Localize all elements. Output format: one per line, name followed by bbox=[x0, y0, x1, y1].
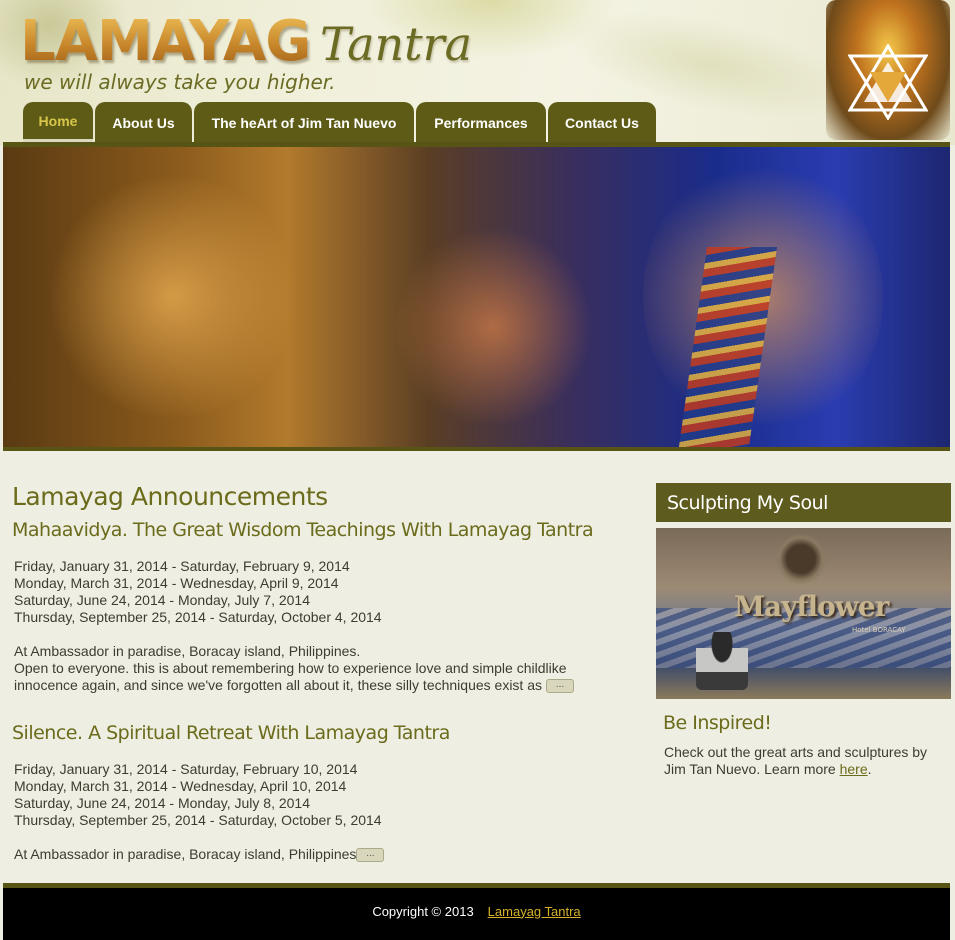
sidebar-learn-more-link[interactable]: here bbox=[840, 761, 868, 777]
sidebar-image-person bbox=[696, 632, 748, 690]
main-navigation: Home About Us The heArt of Jim Tan Nuevo… bbox=[23, 102, 656, 143]
announcements-heading: Lamayag Announcements bbox=[12, 482, 328, 511]
site-footer: Copyright © 2013 Lamayag Tantra bbox=[3, 888, 950, 940]
event-body: Friday, January 31, 2014 - Saturday, Feb… bbox=[14, 558, 604, 694]
site-logo-subtitle: Tantra bbox=[320, 17, 473, 71]
event-date: Thursday, September 25, 2014 - Saturday,… bbox=[14, 609, 382, 625]
event-description: Open to everyone. this is about remember… bbox=[14, 660, 567, 693]
sidebar-heading: Sculpting My Soul bbox=[656, 483, 951, 522]
sidebar-image-sign-small: Hotel BORACAY bbox=[852, 626, 906, 634]
event-date: Saturday, June 24, 2014 - Monday, July 8… bbox=[14, 795, 311, 811]
yantra-triangles-icon bbox=[848, 44, 928, 120]
event-date: Friday, January 31, 2014 - Saturday, Feb… bbox=[14, 558, 350, 574]
hero-banner-image bbox=[3, 147, 950, 447]
sidebar-text: Check out the great arts and sculptures … bbox=[664, 744, 928, 777]
nav-tab-about-us[interactable]: About Us bbox=[95, 102, 192, 143]
event-date: Friday, January 31, 2014 - Saturday, Feb… bbox=[14, 761, 358, 777]
event-date: Thursday, September 25, 2014 - Saturday,… bbox=[14, 812, 382, 828]
sidebar-image-sign: Mayflower bbox=[734, 590, 889, 623]
event-date: Monday, March 31, 2014 - Wednesday, Apri… bbox=[14, 778, 347, 794]
event-body: Friday, January 31, 2014 - Saturday, Feb… bbox=[14, 761, 604, 863]
sidebar-sculpture-image[interactable]: Mayflower Hotel BORACAY bbox=[656, 528, 951, 699]
footer-copyright: Copyright © 2013 bbox=[372, 903, 474, 919]
event-title: Silence. A Spiritual Retreat With Lamaya… bbox=[12, 722, 450, 744]
event-date: Saturday, June 24, 2014 - Monday, July 7… bbox=[14, 592, 311, 608]
site-logo[interactable]: LAMAYAG bbox=[20, 10, 311, 74]
site-tagline: we will always take you higher. bbox=[24, 70, 336, 94]
event-location: At Ambassador in paradise, Boracay islan… bbox=[14, 643, 361, 659]
event-location: At Ambassador in paradise, Boracay islan… bbox=[14, 846, 357, 862]
sidebar-subheading: Be Inspired! bbox=[663, 712, 772, 734]
read-more-button[interactable]: ... bbox=[356, 848, 385, 863]
event-title: Mahaavidya. The Great Wisdom Teachings W… bbox=[12, 519, 594, 541]
banner-divider bbox=[3, 447, 950, 451]
footer-site-link[interactable]: Lamayag Tantra bbox=[488, 904, 581, 919]
read-more-button[interactable]: ... bbox=[546, 679, 574, 694]
event-dates: Friday, January 31, 2014 - Saturday, Feb… bbox=[14, 558, 604, 626]
nav-tab-contact-us[interactable]: Contact Us bbox=[548, 102, 656, 143]
nav-tab-home[interactable]: Home bbox=[23, 102, 93, 143]
nav-tab-heart-of-jim-tan-nuevo[interactable]: The heArt of Jim Tan Nuevo bbox=[194, 102, 414, 143]
yantra-icon bbox=[826, 0, 950, 140]
nav-tab-performances[interactable]: Performances bbox=[416, 102, 546, 143]
sidebar-text-body: Check out the great arts and sculptures … bbox=[664, 744, 928, 777]
event-dates: Friday, January 31, 2014 - Saturday, Feb… bbox=[14, 761, 604, 829]
event-date: Monday, March 31, 2014 - Wednesday, Apri… bbox=[14, 575, 339, 591]
